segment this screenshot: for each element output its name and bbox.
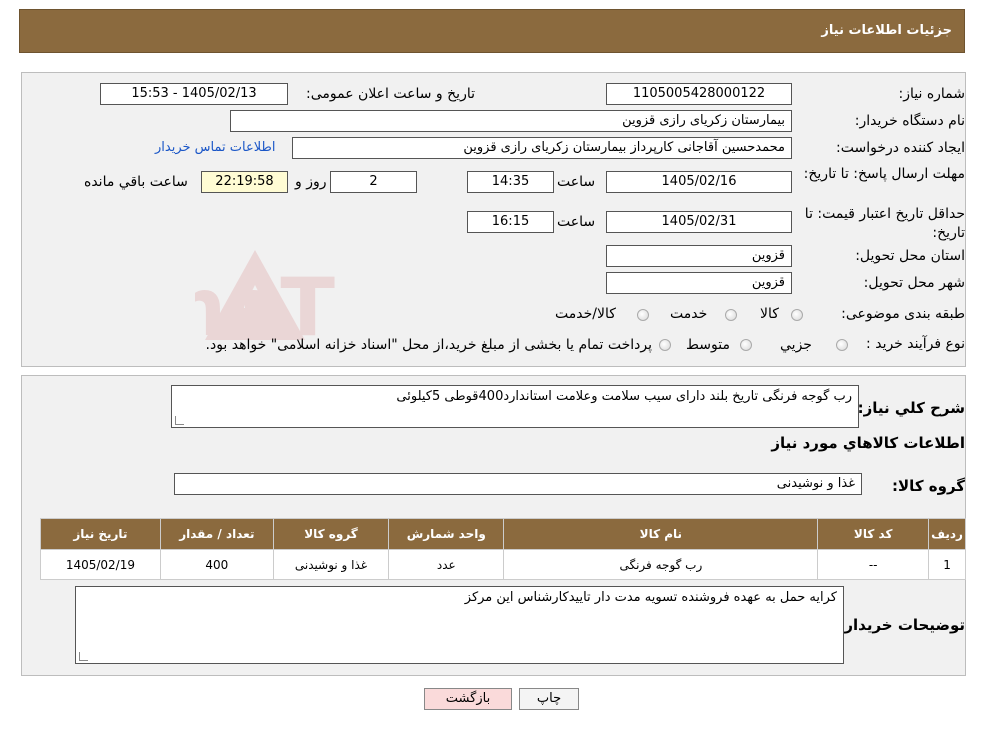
days-label: روز و xyxy=(295,174,327,190)
buyer-org-field[interactable]: بیمارستان زکریای رازی قزوین xyxy=(230,110,792,132)
process-radio-medium[interactable] xyxy=(740,339,752,351)
back-button[interactable]: بازگشت xyxy=(424,688,512,710)
category-option-service: خدمت xyxy=(670,306,708,322)
days-remaining-field[interactable]: 2 xyxy=(330,171,417,193)
cell-need-date: 1405/02/19 xyxy=(40,549,161,580)
col-header-row-number: رديف xyxy=(928,518,966,550)
category-radio-goods-service[interactable] xyxy=(637,309,649,321)
process-radio-partial[interactable] xyxy=(836,339,848,351)
buyer-notes-textarea[interactable]: کرایه حمل به عهده فروشنده تسویه مدت دار … xyxy=(75,586,844,664)
category-option-goods-service: کالا/خدمت xyxy=(555,306,616,322)
announce-date-field[interactable]: 1405/02/13 - 15:53 xyxy=(100,83,288,105)
col-header-goods-code: کد کالا xyxy=(817,518,930,550)
deadline-time-field[interactable]: 14:35 xyxy=(467,171,554,193)
process-option-medium: متوسط xyxy=(686,337,730,353)
buyer-org-label: نام دستگاه خریدار: xyxy=(854,113,965,129)
page-title: جزئیات اطلاعات نیاز xyxy=(821,23,952,38)
cell-unit: عدد xyxy=(388,549,505,580)
category-label: طبقه بندی موضوعی: xyxy=(841,306,965,322)
city-field[interactable]: قزوین xyxy=(606,272,792,294)
page-header: جزئیات اطلاعات نیاز xyxy=(19,9,965,53)
remaining-label: ساعت باقي مانده xyxy=(84,174,188,190)
announce-date-label: تاریخ و ساعت اعلان عمومی: xyxy=(306,86,475,102)
need-number-label: شماره نیاز: xyxy=(898,86,966,102)
resize-grip-icon[interactable] xyxy=(79,652,88,661)
validity-time-field[interactable]: 16:15 xyxy=(467,211,554,233)
table-row: 1 -- رب گوجه فرنگی عدد غذا و نوشیدنی 400… xyxy=(40,549,966,580)
summary-textarea[interactable]: رب گوجه فرنگی تاریخ بلند دارای سیب سلامت… xyxy=(171,385,859,428)
city-label: شهر محل تحویل: xyxy=(863,275,965,291)
category-option-goods: کالا xyxy=(760,306,779,322)
resize-grip-icon[interactable] xyxy=(175,416,184,425)
cell-goods-name: رب گوجه فرنگی xyxy=(503,549,819,580)
validity-label: حداقل تاریخ اعتبار قیمت: تا تاریخ: xyxy=(804,206,965,241)
process-radio-treasury[interactable] xyxy=(659,339,671,351)
need-number-field[interactable]: 1105005428000122 xyxy=(606,83,792,105)
col-header-goods-group: گروه کالا xyxy=(272,518,390,550)
remaining-time-field[interactable]: 22:19:58 xyxy=(201,171,288,193)
cell-row-number: 1 xyxy=(928,549,966,580)
category-radio-service[interactable] xyxy=(725,309,737,321)
process-label: نوع فرآیند خرید : xyxy=(866,336,965,352)
buyer-contact-link[interactable]: اطلاعات تماس خریدار xyxy=(155,140,275,155)
province-field[interactable]: قزوین xyxy=(606,245,792,267)
deadline-label: مهلت ارسال پاسخ: تا تاریخ: xyxy=(803,166,965,182)
goods-group-field[interactable]: غذا و نوشیدنی xyxy=(174,473,862,495)
col-header-goods-name: نام کالا xyxy=(503,518,819,550)
process-note: پرداخت تمام یا بخشی از مبلغ خرید،از محل … xyxy=(205,337,652,353)
deadline-date-field[interactable]: 1405/02/16 xyxy=(606,171,792,193)
province-label: استان محل تحویل: xyxy=(855,248,965,264)
cell-goods-group: غذا و نوشیدنی xyxy=(272,549,390,580)
goods-group-label: گروه کالا: xyxy=(892,477,965,495)
goods-info-title: اطلاعات کالاهاي مورد نياز xyxy=(771,434,965,452)
goods-table: رديف کد کالا نام کالا واحد شمارش گروه کا… xyxy=(40,518,966,580)
validity-time-label: ساعت xyxy=(557,214,596,230)
creator-label: ایجاد کننده درخواست: xyxy=(836,140,965,156)
category-radio-goods[interactable] xyxy=(791,309,803,321)
goods-table-header: رديف کد کالا نام کالا واحد شمارش گروه کا… xyxy=(40,518,966,550)
deadline-time-label: ساعت xyxy=(557,174,596,190)
summary-text: رب گوجه فرنگی تاریخ بلند دارای سیب سلامت… xyxy=(396,389,852,404)
buyer-notes-text: کرایه حمل به عهده فروشنده تسویه مدت دار … xyxy=(464,590,837,605)
summary-label: شرح کلي نياز: xyxy=(857,399,965,417)
creator-field[interactable]: محمدحسین آقاجانی کارپرداز بیمارستان زکری… xyxy=(292,137,792,159)
process-option-partial: جزیي xyxy=(780,337,812,353)
print-button[interactable]: چاپ xyxy=(519,688,579,710)
col-header-need-date: تاریخ نیاز xyxy=(40,518,161,550)
buyer-notes-label: توضيحات خريدار: xyxy=(838,616,965,634)
col-header-unit: واحد شمارش xyxy=(388,518,505,550)
validity-date-field[interactable]: 1405/02/31 xyxy=(606,211,792,233)
cell-quantity: 400 xyxy=(159,549,274,580)
col-header-quantity: تعداد / مقدار xyxy=(159,518,274,550)
cell-goods-code: -- xyxy=(817,549,930,580)
